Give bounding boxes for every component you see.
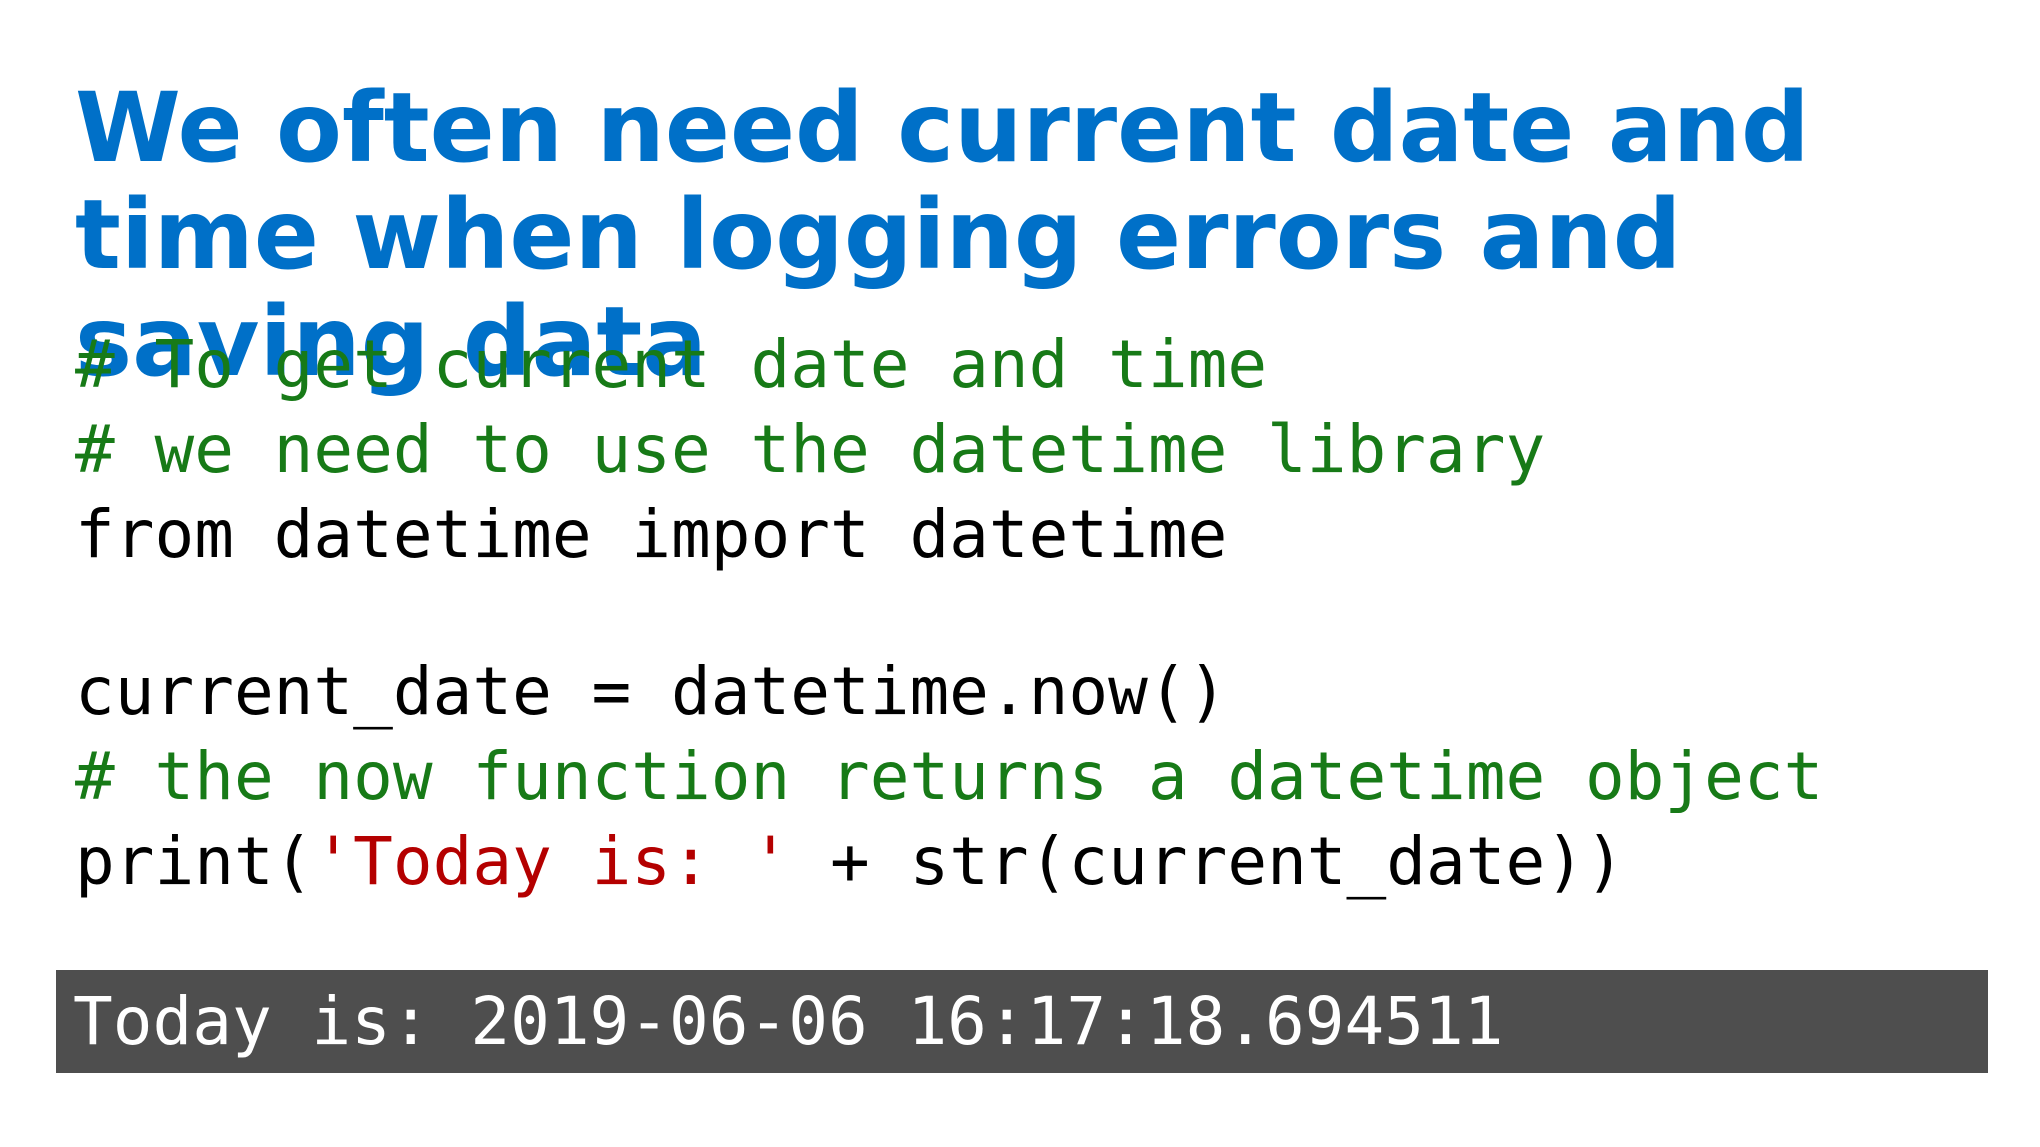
code-import-line: from datetime import datetime <box>75 496 1228 573</box>
code-print-line: print('Today is: ' + str(current_date)) <box>75 819 1823 904</box>
code-string-literal: 'Today is: ' <box>313 823 791 900</box>
code-comment-line: # we need to use the datetime library <box>75 411 1546 488</box>
console-output: Today is: 2019-06-06 16:17:18.694511 <box>56 970 1988 1073</box>
code-block: # To get current date and time # we need… <box>75 322 1823 904</box>
code-comment-line: # To get current date and time <box>75 326 1268 403</box>
code-print-args: + str(current_date)) <box>790 823 1625 900</box>
code-print-call: print( <box>75 823 314 900</box>
code-assignment-line: current_date = datetime.now() <box>75 653 1228 730</box>
code-comment-line: # the now function returns a datetime ob… <box>75 738 1824 815</box>
